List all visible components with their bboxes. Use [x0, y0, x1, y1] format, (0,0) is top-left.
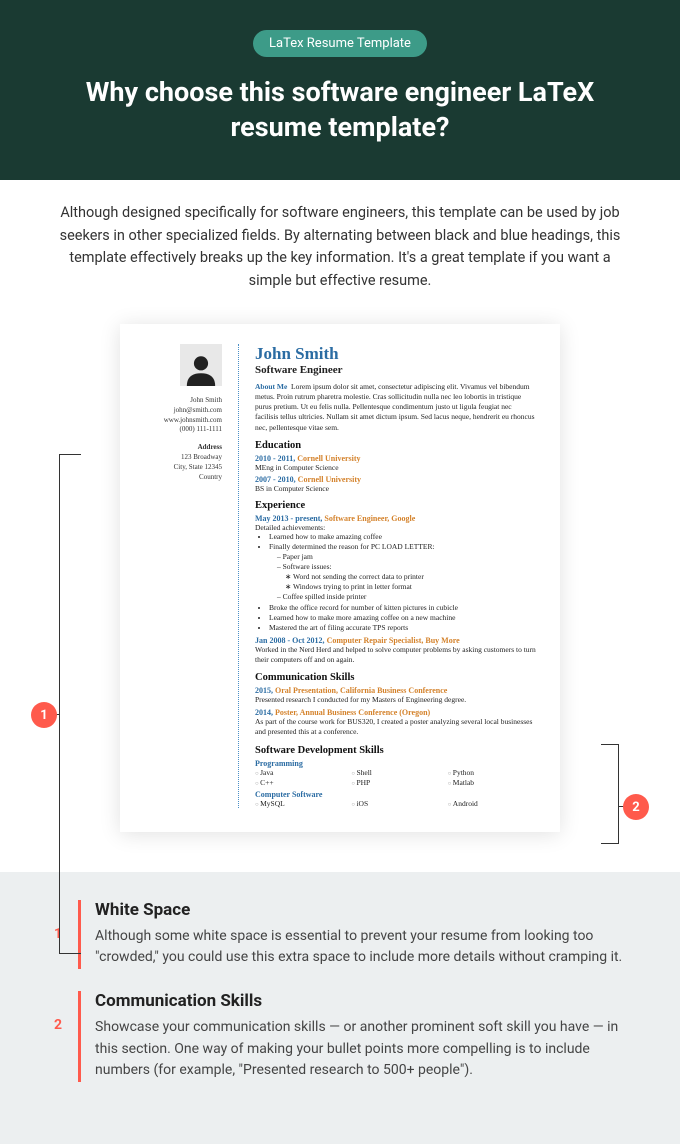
category-pill: LaTex Resume Template [253, 30, 427, 57]
tip-2: 2 Communication Skills Showcase your com… [54, 991, 626, 1082]
section-education: Education [255, 440, 536, 451]
address-label: Address [198, 443, 222, 451]
tip-body: Showcase your communication skills — or … [95, 1017, 626, 1082]
tip-title: White Space [95, 900, 626, 920]
vertical-divider [238, 344, 239, 808]
resume-main: John Smith Software Engineer About Me Lo… [255, 344, 536, 808]
skills-software: MySQLiOSAndroid [255, 799, 536, 808]
resume-name: John Smith [255, 344, 536, 364]
bracket-1 [59, 454, 81, 954]
skills-programming: JavaShellPython C++PHPMatlab [255, 768, 536, 787]
side-phone: (000) 111-1111 [144, 425, 222, 435]
hero-section: LaTex Resume Template Why choose this so… [0, 0, 680, 180]
tip-number: 2 [54, 991, 62, 1082]
resume-document: John Smith john@smith.com www.johnsmith.… [120, 324, 560, 832]
side-email: john@smith.com [144, 406, 222, 416]
tip-body: Although some white space is essential t… [95, 926, 626, 969]
addr-line: Country [144, 473, 222, 483]
section-dev-skills: Software Development Skills [255, 745, 536, 756]
tip-1: 1 White Space Although some white space … [54, 900, 626, 969]
hero-title: Why choose this software engineer LaTeX … [40, 75, 640, 145]
addr-line: 123 Broadway [144, 453, 222, 463]
resume-role: Software Engineer [255, 364, 536, 376]
resume-preview-stage: 1 2 John Smith john@smith.com www.johnsm… [0, 314, 680, 872]
section-communication: Communication Skills [255, 672, 536, 683]
section-experience: Experience [255, 500, 536, 511]
callout-badge-2: 2 [623, 794, 649, 820]
resume-sidebar: John Smith john@smith.com www.johnsmith.… [144, 344, 222, 808]
about-text: Lorem ipsum dolor sit amet, consectetur … [255, 382, 535, 432]
exp-bullets: Learned how to make amazing coffee Final… [269, 532, 536, 633]
about-label: About Me [255, 382, 287, 391]
avatar-icon [180, 344, 222, 386]
tips-section: 1 White Space Although some white space … [0, 872, 680, 1144]
side-name: John Smith [144, 396, 222, 406]
callout-badge-1: 1 [31, 702, 57, 728]
bracket-2 [601, 744, 619, 844]
side-web: www.johnsmith.com [144, 416, 222, 426]
tip-title: Communication Skills [95, 991, 626, 1011]
addr-line: City, State 12345 [144, 463, 222, 473]
intro-paragraph: Although designed specifically for softw… [0, 180, 680, 314]
